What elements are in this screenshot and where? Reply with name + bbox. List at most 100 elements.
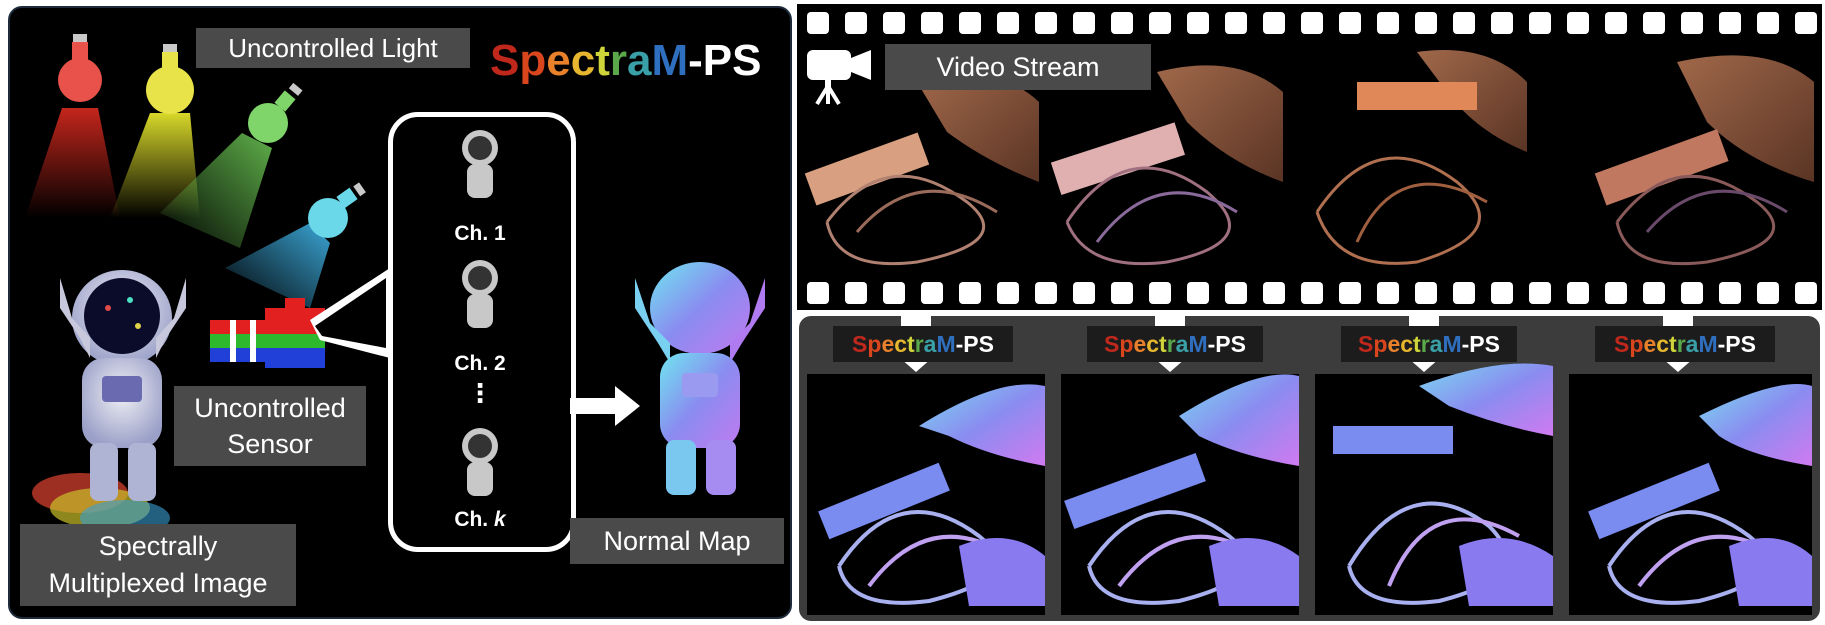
input-panel: Uncontrolled Light SpectraM-PS Ch. 1 Ch.…	[8, 6, 792, 619]
brand-letter: c	[1400, 331, 1414, 357]
film-hole	[1719, 12, 1741, 34]
video-film-strip: Video Stream	[797, 4, 1822, 310]
video-frame-4	[1537, 42, 1814, 276]
brand-letter: p	[867, 331, 882, 357]
film-hole	[1681, 12, 1703, 34]
brand-letter: p	[1119, 331, 1134, 357]
film-hole	[921, 282, 943, 304]
film-hole	[1073, 282, 1095, 304]
film-hole	[1301, 12, 1323, 34]
brand-letter: M	[936, 331, 956, 357]
brand-letter: S	[490, 36, 520, 85]
film-hole	[1529, 12, 1551, 34]
film-hole	[1529, 282, 1551, 304]
brand-letter: M	[1698, 331, 1718, 357]
film-hole	[1149, 12, 1171, 34]
yellow-bulb-icon	[146, 44, 194, 114]
brand-letter: p	[519, 36, 547, 85]
normal-map-label: Normal Map	[570, 518, 784, 564]
uncontrolled-sensor-label: Uncontrolled Sensor	[174, 386, 366, 466]
film-hole	[1187, 12, 1209, 34]
film-hole	[1719, 282, 1741, 304]
brand-letter: S	[1358, 331, 1374, 357]
spectram-ps-title: SpectraM-PS	[490, 36, 762, 86]
brand-letter: a	[1429, 331, 1443, 357]
brand-letter: r	[1676, 331, 1686, 357]
film-hole	[1301, 282, 1323, 304]
spectram-ps-label-2: SpectraM-PS	[1087, 326, 1263, 362]
channel-ellipsis: ⋮	[467, 378, 493, 408]
film-hole	[1415, 282, 1437, 304]
film-hole	[1225, 12, 1247, 34]
channel-k-label: Ch. k	[454, 508, 506, 531]
brand-letter: M	[1442, 331, 1462, 357]
normal-map-output-panel: SpectraM-PS SpectraM-PS SpectraM-PS Spec…	[799, 316, 1820, 621]
brand-letter: c	[1656, 331, 1670, 357]
brand-letter: t	[1159, 331, 1167, 357]
brand-letter: e	[1387, 331, 1401, 357]
film-hole	[845, 282, 867, 304]
film-hole	[1035, 12, 1057, 34]
brand-letter: e	[1133, 331, 1147, 357]
rgb-sensor-icon	[210, 298, 325, 368]
film-hole	[1567, 282, 1589, 304]
brand-letter: r	[609, 36, 627, 85]
film-hole	[1643, 12, 1665, 34]
film-hole	[1681, 282, 1703, 304]
film-hole	[921, 12, 943, 34]
video-stream-label: Video Stream	[885, 44, 1151, 90]
film-hole	[807, 282, 829, 304]
brand-letter: a	[1175, 331, 1189, 357]
red-light-beam	[25, 108, 120, 218]
channel-box	[388, 112, 576, 552]
film-hole	[1795, 282, 1817, 304]
film-hole	[883, 282, 905, 304]
film-hole	[959, 282, 981, 304]
brand-letter: c	[1146, 331, 1160, 357]
brand-letter: c	[894, 331, 908, 357]
brand-letter: S	[852, 331, 868, 357]
film-hole	[1111, 12, 1133, 34]
spectram-ps-label-1: SpectraM-PS	[833, 326, 1013, 362]
brand-letter: S	[1104, 331, 1120, 357]
brand-letter: r	[1166, 331, 1176, 357]
cyan-bulb-icon	[308, 182, 366, 238]
spectram-ps-label-3: SpectraM-PS	[1341, 326, 1517, 362]
film-hole	[1491, 12, 1513, 34]
film-hole	[1187, 282, 1209, 304]
video-camera-icon	[807, 50, 871, 106]
film-hole	[1757, 12, 1779, 34]
film-hole	[1263, 282, 1285, 304]
brand-letter: t	[907, 331, 915, 357]
film-hole	[1339, 12, 1361, 34]
brand-letter: -PS	[955, 331, 994, 357]
film-hole	[1377, 282, 1399, 304]
brand-letter: M	[651, 36, 689, 85]
brand-letter: a	[923, 331, 937, 357]
brand-letter: p	[1629, 331, 1644, 357]
brand-letter: e	[1643, 331, 1657, 357]
uncontrolled-light-label: Uncontrolled Light	[196, 28, 470, 68]
brand-letter: c	[570, 36, 596, 85]
film-hole	[1339, 282, 1361, 304]
spectram-ps-label-4: SpectraM-PS	[1595, 326, 1775, 362]
film-hole	[1149, 282, 1171, 304]
film-hole	[997, 12, 1019, 34]
spectrally-multiplexed-image-label: Spectrally Multiplexed Image	[20, 524, 296, 606]
film-hole	[1795, 12, 1817, 34]
film-hole	[1453, 282, 1475, 304]
brand-letter: -PS	[1461, 331, 1500, 357]
film-hole	[1377, 12, 1399, 34]
film-hole	[1453, 12, 1475, 34]
brand-letter: e	[546, 36, 571, 85]
astronaut-multiplexed-image	[60, 270, 186, 501]
green-bulb-icon	[248, 82, 303, 143]
film-hole	[997, 282, 1019, 304]
film-hole	[1415, 12, 1437, 34]
film-hole	[1263, 12, 1285, 34]
brand-letter: a	[1685, 331, 1699, 357]
film-hole	[1757, 282, 1779, 304]
brand-letter: r	[914, 331, 924, 357]
brand-letter: -PS	[1717, 331, 1756, 357]
brand-letter: e	[881, 331, 895, 357]
